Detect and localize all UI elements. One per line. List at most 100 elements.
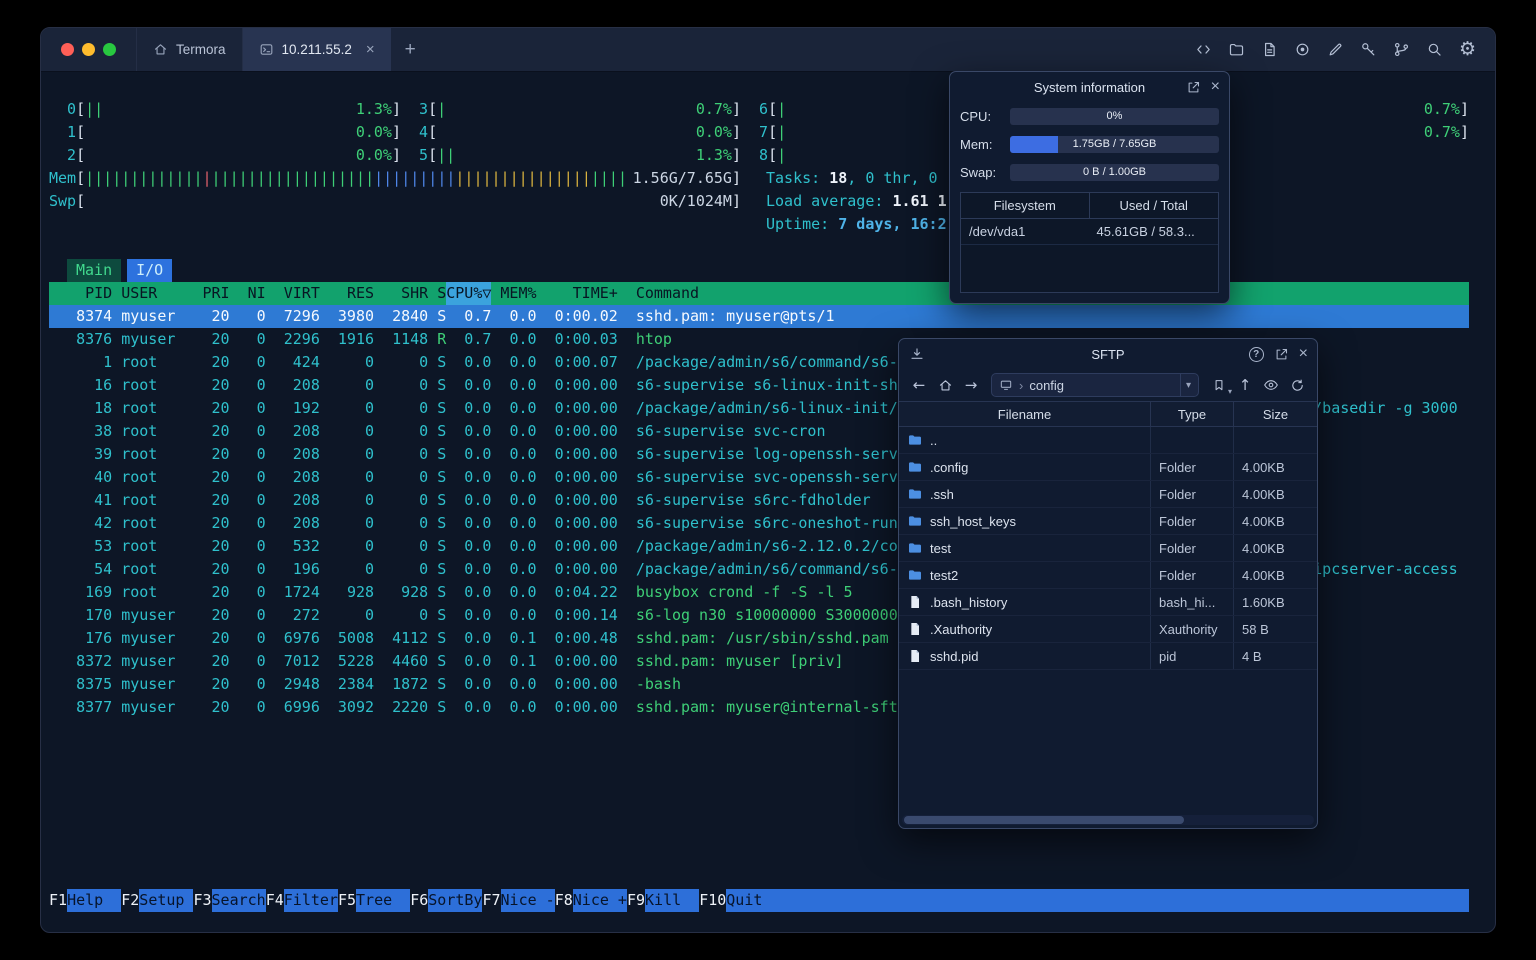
column-header-mem[interactable]: MEM% <box>491 282 536 305</box>
close-window-button[interactable] <box>61 43 74 56</box>
search-button[interactable] <box>1425 40 1444 59</box>
file-list: .. .config Folder 4.00KB .ssh Folder 4.0… <box>899 427 1317 813</box>
function-key-button[interactable]: F9 Kill <box>627 889 700 912</box>
terminal-icon <box>259 42 274 57</box>
back-button[interactable]: ← <box>907 373 931 397</box>
panel-title: SFTP <box>1091 346 1125 362</box>
file-row[interactable]: .ssh Folder 4.00KB <box>899 481 1317 508</box>
parent-directory-button[interactable]: ↑ <box>1233 373 1257 397</box>
function-key-button[interactable]: F10 Quit <box>699 889 781 912</box>
cpu-usage-text: 0% <box>1106 110 1123 122</box>
tab-ssh-session[interactable]: 10.211.55.2 × <box>242 28 391 71</box>
function-key-button[interactable]: F2 Setup <box>121 889 194 912</box>
arrow-right-icon: → <box>964 376 978 394</box>
function-key-button[interactable]: F1 Help <box>49 889 122 912</box>
settings-button[interactable]: ⚙ <box>1458 40 1477 59</box>
filesystem-row: /dev/vda1 45.61GB / 58.3... <box>961 219 1218 245</box>
column-header-size[interactable]: Size <box>1233 402 1317 426</box>
function-key-button[interactable]: F4 Filter <box>266 889 338 912</box>
column-header-virt[interactable]: VIRT <box>266 282 320 305</box>
minimize-window-button[interactable] <box>82 43 95 56</box>
meter-row: 0[|| 1.3%] 3[| 0.7%] 6[| 0.7%] <box>49 98 1469 121</box>
mem-label: Mem: <box>960 136 993 152</box>
port-forwarding-button[interactable] <box>1392 40 1411 59</box>
file-row[interactable]: sshd.pid pid 4 B <box>899 643 1317 670</box>
breadcrumb-separator-icon: › <box>1019 377 1024 393</box>
folder-icon <box>907 432 923 448</box>
column-header-ni[interactable]: NI <box>230 282 266 305</box>
tab-label: Termora <box>176 42 226 57</box>
path-dropdown-icon[interactable]: ▾ <box>1179 374 1196 396</box>
zoom-window-button[interactable] <box>103 43 116 56</box>
code-snippets-button[interactable] <box>1194 40 1213 59</box>
function-key-button[interactable]: F6 SortBy <box>410 889 483 912</box>
file-row[interactable]: .config Folder 4.00KB <box>899 454 1317 481</box>
home-directory-button[interactable] <box>933 373 957 397</box>
log-viewer-button[interactable] <box>1260 40 1279 59</box>
transfers-download-icon[interactable] <box>909 346 925 362</box>
new-tab-button[interactable]: + <box>391 28 430 71</box>
edit-button[interactable] <box>1326 40 1345 59</box>
tab-termora-home[interactable]: Termora <box>136 28 243 71</box>
keys-button[interactable] <box>1359 40 1378 59</box>
file-type: Folder <box>1150 535 1233 561</box>
open-in-new-window-icon[interactable] <box>1186 80 1201 95</box>
function-key-button[interactable]: F5 Tree <box>338 889 411 912</box>
termora-window: Termora 10.211.55.2 × + ⚙ 0 [|| 1.3%] … <box>40 27 1496 933</box>
screen-tab[interactable]: Main <box>67 259 122 282</box>
file-type: Folder <box>1150 481 1233 507</box>
column-header-user[interactable]: USER <box>112 282 202 305</box>
file-size: 1.60KB <box>1233 589 1317 615</box>
file-icon <box>907 594 923 610</box>
column-header-shr[interactable]: SHR <box>374 282 428 305</box>
refresh-icon <box>1291 379 1303 391</box>
horizontal-scrollbar[interactable] <box>902 815 1314 825</box>
show-hidden-files-button[interactable] <box>1259 373 1283 397</box>
titlebar-toolbar: ⚙ <box>1194 28 1495 71</box>
cpu-meter: 0[|| 1.3%] <box>67 100 401 118</box>
help-icon[interactable]: ? <box>1248 346 1264 362</box>
function-key-button[interactable]: F3 Search <box>193 889 266 912</box>
cpu-label: CPU: <box>960 108 992 124</box>
file-row[interactable]: test Folder 4.00KB <box>899 535 1317 562</box>
refresh-button[interactable] <box>1285 373 1309 397</box>
close-panel-icon[interactable]: × <box>1211 79 1220 95</box>
close-tab-icon[interactable]: × <box>366 42 375 57</box>
process-row[interactable]: 8374 myuser 20 0 7296 3980 2840 S 0.7 0.… <box>49 305 1469 328</box>
forward-button[interactable]: → <box>959 373 983 397</box>
screen-tab[interactable]: I/O <box>127 259 173 282</box>
file-size: 4.00KB <box>1233 535 1317 561</box>
column-header-state[interactable]: S <box>428 282 446 305</box>
scrollbar-thumb[interactable] <box>904 816 1185 824</box>
cpu-meter: 1[0.0%] <box>67 123 401 141</box>
bookmarks-button[interactable]: ▾ <box>1207 373 1232 397</box>
function-key-button[interactable]: F7 Nice - <box>482 889 555 912</box>
file-row[interactable]: .Xauthority Xauthority 58 B <box>899 616 1317 643</box>
open-in-new-window-icon[interactable] <box>1274 347 1289 362</box>
folder-icon <box>907 513 923 529</box>
path-breadcrumb[interactable]: › config ▾ <box>991 373 1199 397</box>
column-header-cpu-sorted[interactable]: CPU%▽ <box>446 282 491 305</box>
filesystem-table: Filesystem Used / Total /dev/vda1 45.61G… <box>960 192 1219 293</box>
column-header-pid[interactable]: PID <box>49 282 112 305</box>
column-header-res[interactable]: RES <box>320 282 374 305</box>
file-name: .ssh <box>930 486 954 502</box>
file-row[interactable]: ssh_host_keys Folder 4.00KB <box>899 508 1317 535</box>
column-header-time[interactable]: TIME+ <box>537 282 618 305</box>
column-header-type[interactable]: Type <box>1150 402 1233 426</box>
file-manager-button[interactable] <box>1227 40 1246 59</box>
file-row[interactable]: .bash_history bash_hi... 1.60KB <box>899 589 1317 616</box>
htop-screen-tabs: Main I/O <box>67 259 1469 282</box>
file-row[interactable]: test2 Folder 4.00KB <box>899 562 1317 589</box>
close-panel-icon[interactable]: × <box>1299 346 1308 362</box>
column-header-pri[interactable]: PRI <box>203 282 230 305</box>
function-key-button[interactable]: F8 Nice + <box>555 889 627 912</box>
record-session-button[interactable] <box>1293 40 1312 59</box>
sftp-toolbar: ← → › config ▾ ▾ ↑ <box>899 369 1317 401</box>
column-header-filename[interactable]: Filename <box>899 407 1150 422</box>
cpu-meters: 0[|| 1.3%] 3[| 0.7%] 6[| 0.7%] 1[0.0%] 4[0.… <box>49 98 1469 167</box>
file-row[interactable]: .. <box>899 427 1317 454</box>
cpu-usage-bar: 0% <box>1010 107 1219 125</box>
bookmark-icon <box>1215 380 1223 391</box>
arrow-up-icon: ↑ <box>1238 376 1252 394</box>
